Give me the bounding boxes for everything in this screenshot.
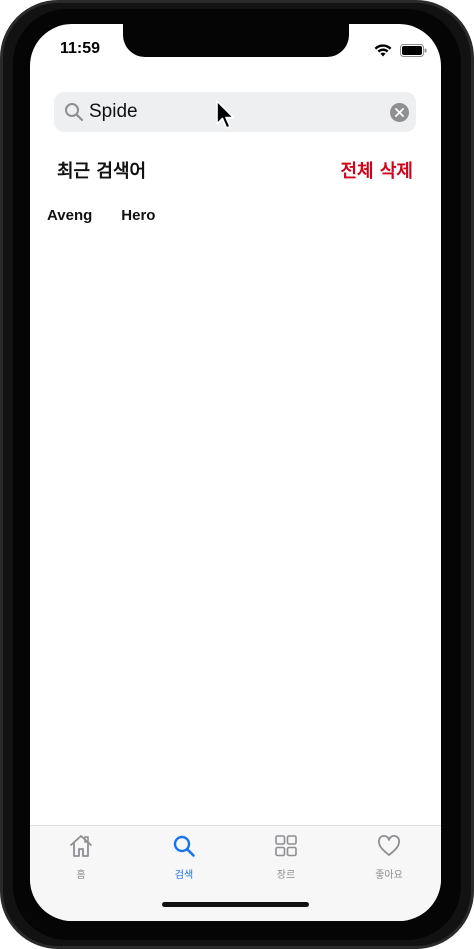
heart-icon <box>377 834 401 862</box>
home-indicator[interactable] <box>162 902 309 907</box>
delete-all-button[interactable]: 전체 삭제 <box>340 157 413 183</box>
search-icon <box>172 834 196 862</box>
tab-home-label: 홈 <box>76 870 86 881</box>
mouse-pointer-icon <box>215 100 235 136</box>
tab-genre[interactable]: 장르 <box>256 834 316 881</box>
search-icon <box>64 102 84 126</box>
status-time: 11:59 <box>60 40 101 57</box>
recent-search-item[interactable]: Aveng <box>47 207 92 224</box>
recent-searches-list: Aveng Hero <box>47 207 155 224</box>
tab-search-label: 검색 <box>174 870 194 881</box>
battery-icon <box>400 42 427 61</box>
recent-searches-title: 최근 검색어 <box>57 161 147 182</box>
tab-home[interactable]: 홈 <box>51 834 111 881</box>
search-bar[interactable] <box>54 92 416 132</box>
screenshot-stage: 11:59 Spide 최근 검색어 전체 삭제 Aveng Hero 홈 검색… <box>0 0 474 949</box>
close-icon <box>395 108 404 117</box>
tab-likes[interactable]: 좋아요 <box>359 834 419 881</box>
grid-icon <box>274 834 298 862</box>
notch <box>123 24 349 57</box>
tab-search[interactable]: 검색 <box>154 834 214 881</box>
wifi-icon <box>374 42 392 61</box>
tab-genre-label: 장르 <box>276 870 296 881</box>
home-icon <box>68 834 94 862</box>
recent-search-item[interactable]: Hero <box>121 207 155 224</box>
app-screen: 11:59 Spide 최근 검색어 전체 삭제 Aveng Hero 홈 검색… <box>30 24 441 921</box>
clear-search-button[interactable] <box>390 103 409 122</box>
status-icons <box>374 42 427 61</box>
tab-likes-label: 좋아요 <box>375 870 403 881</box>
